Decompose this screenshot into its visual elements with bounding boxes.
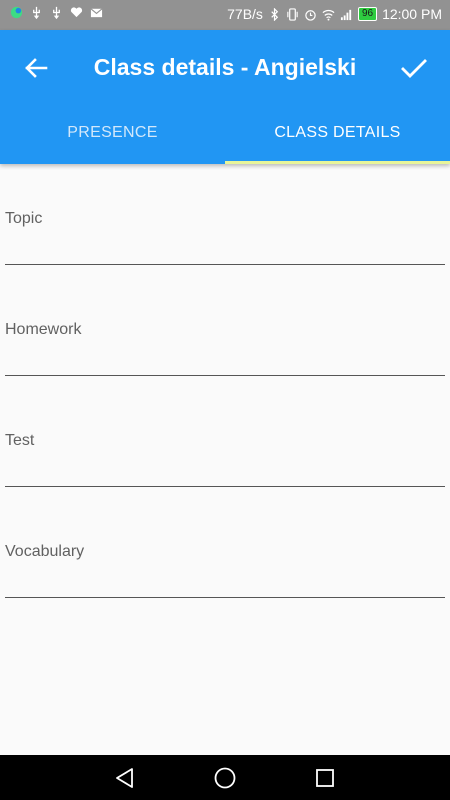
tab-bar: PRESENCE CLASS DETAILS [0, 110, 450, 164]
homework-underline [5, 375, 445, 376]
test-label: Test [5, 432, 35, 449]
navigation-bar [0, 755, 450, 800]
tab-presence[interactable]: PRESENCE [0, 110, 225, 164]
health-icon [70, 7, 83, 18]
usb-icon [53, 6, 60, 19]
topic-field[interactable]: Topic [0, 164, 450, 275]
tab-label: PRESENCE [67, 124, 158, 141]
usb-icon [33, 6, 40, 19]
recents-square-icon[interactable] [313, 766, 337, 790]
battery-icon: 96 [357, 7, 378, 21]
vocabulary-underline [5, 597, 445, 598]
alarm-icon [305, 9, 316, 21]
status-bar: 77B/s 96 12:00 PM [0, 0, 450, 30]
back-triangle-icon[interactable] [113, 766, 137, 790]
test-underline [5, 486, 445, 487]
homework-label: Homework [5, 321, 82, 338]
tab-label: CLASS DETAILS [274, 124, 401, 141]
app-bar: Class details - Angielski PRESENCE CLASS… [0, 30, 450, 164]
wifi-icon [322, 9, 335, 21]
arrow-back-icon[interactable] [20, 52, 52, 84]
clock: 12:00 PM [382, 6, 442, 22]
home-circle-icon[interactable] [213, 766, 237, 790]
topic-label: Topic [5, 210, 43, 227]
app-notification-icon [10, 6, 23, 19]
homework-field[interactable]: Homework [0, 275, 450, 386]
notification-icons [10, 6, 103, 19]
vibrate-icon [287, 7, 298, 21]
vocabulary-field[interactable]: Vocabulary [0, 497, 450, 608]
mail-icon [90, 8, 103, 18]
system-status: 77B/s 96 12:00 PM [227, 6, 442, 22]
bluetooth-icon [271, 7, 279, 21]
vocabulary-label: Vocabulary [5, 543, 85, 560]
page-title: Class details - Angielski [93, 54, 357, 80]
check-icon[interactable] [398, 52, 430, 84]
topic-underline [5, 264, 445, 265]
network-speed: 77B/s [227, 6, 263, 22]
test-field[interactable]: Test [0, 386, 450, 497]
class-details-form: Topic Homework Test Vocabulary [0, 164, 450, 608]
signal-icon [340, 9, 352, 20]
tab-class-details[interactable]: CLASS DETAILS [225, 110, 450, 164]
